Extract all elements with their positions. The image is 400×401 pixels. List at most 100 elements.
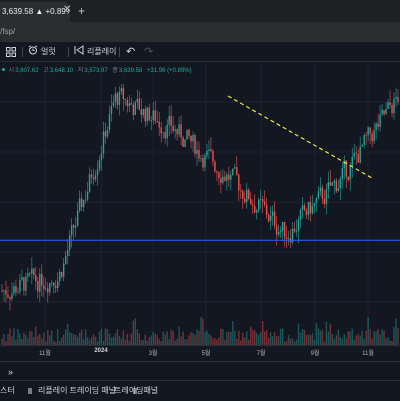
candle-body <box>178 124 180 135</box>
volume-bar <box>375 331 377 345</box>
volume-bar <box>256 333 258 345</box>
alert-button[interactable]: 얼럿 <box>28 42 56 62</box>
candle-body <box>216 171 218 173</box>
candle-body <box>27 273 29 277</box>
volume-bar <box>238 330 240 345</box>
tab-trading-panel[interactable]: 트레이딩패널 <box>114 381 158 401</box>
candle-body <box>82 199 85 208</box>
candle-body <box>94 175 97 180</box>
candle-body <box>194 134 196 154</box>
candle-body <box>84 199 87 201</box>
new-tab-button[interactable]: + <box>78 4 85 18</box>
candle-body <box>122 88 125 100</box>
volume-bar <box>377 329 379 345</box>
volume-bar <box>395 318 397 345</box>
volume-bar <box>218 337 220 345</box>
volume-bar <box>116 329 119 345</box>
candle-body <box>144 108 146 122</box>
volume-bar <box>100 328 103 345</box>
candle-body <box>373 130 375 142</box>
layout-grid-icon[interactable] <box>6 42 16 62</box>
price-chart[interactable] <box>0 62 400 345</box>
candle-body <box>393 98 395 114</box>
candle-body <box>200 158 202 159</box>
legend-high-value: 3,648.10 <box>49 68 74 74</box>
chart-canvas[interactable] <box>0 62 400 345</box>
candle-body <box>41 273 43 286</box>
candle-body <box>293 228 296 232</box>
candle-body <box>98 159 101 170</box>
candle-body <box>252 204 254 207</box>
candle-body <box>100 153 103 160</box>
volume-bar <box>254 330 256 345</box>
candle-body <box>234 167 236 169</box>
candle-body <box>140 109 142 116</box>
candle-body <box>55 285 57 289</box>
volume-bar <box>9 328 11 345</box>
candle-body <box>230 174 232 180</box>
volume-bar <box>62 334 65 345</box>
volume-bar <box>220 328 222 345</box>
candle-body <box>311 206 314 214</box>
x-tick-label: 3월 <box>148 351 158 357</box>
candle-body <box>66 250 69 257</box>
volume-bar <box>208 333 210 345</box>
volume-bar <box>361 330 363 345</box>
address-bar[interactable]: /fsp/ <box>0 22 400 42</box>
candle-body <box>331 182 334 186</box>
volume-bar <box>51 330 53 345</box>
volume-bar <box>379 334 381 345</box>
volume-bar <box>198 330 200 345</box>
volume-bar <box>94 336 97 345</box>
url-text[interactable]: /fsp/ <box>0 25 60 39</box>
volume-bar <box>17 329 19 345</box>
redo-icon[interactable]: ↷ <box>144 42 153 62</box>
candle-body <box>158 121 160 128</box>
browser-tab[interactable]: 3,639.58 ▲ +0.89% <box>0 2 70 22</box>
volume-bar <box>214 338 216 345</box>
volume-bar <box>192 332 194 345</box>
candle-body <box>381 109 383 115</box>
undo-icon[interactable]: ↶ <box>126 42 135 62</box>
candle-body <box>162 132 164 134</box>
candle-body <box>80 198 83 208</box>
volume-bar <box>132 320 135 345</box>
candle-body <box>258 199 260 211</box>
candle-body <box>220 177 222 183</box>
candle-body <box>198 149 200 159</box>
tab-screener[interactable]: 스터 <box>0 381 15 401</box>
chevron-double-icon[interactable]: » <box>8 362 13 382</box>
volume-bar <box>303 329 306 345</box>
tab-close-icon[interactable]: ✕ <box>63 3 71 17</box>
candle-body <box>59 272 61 282</box>
replay-button[interactable]: 리플레이 <box>74 42 116 62</box>
trend-line <box>227 95 373 179</box>
x-tick-label: 7월 <box>256 351 266 357</box>
volume-bar <box>206 330 208 345</box>
time-axis[interactable]: 11월 2024 3월 5월 7월 9월 11월 <box>0 345 400 361</box>
volume-bar <box>154 333 156 345</box>
volume-bar <box>305 334 308 345</box>
candle-body <box>232 168 234 175</box>
volume-bar <box>136 329 139 345</box>
candle-body <box>339 178 341 189</box>
volume-bar <box>357 333 359 345</box>
volume-bar <box>321 329 324 345</box>
tab-replay-trading-panel[interactable]: 리플레이 트레이딩 패널 <box>38 381 116 401</box>
candle-body <box>379 114 381 127</box>
volume-bar <box>31 331 33 345</box>
volume-bar <box>252 329 254 345</box>
volume-bar <box>68 332 71 345</box>
volume-bar <box>351 328 353 345</box>
volume-bar <box>222 329 224 345</box>
candle-body <box>279 230 282 233</box>
candle-body <box>9 297 11 300</box>
volume-bar <box>80 329 83 345</box>
candle-body <box>295 230 298 232</box>
candle-body <box>353 152 355 157</box>
x-tick-label: 11월 <box>39 351 51 357</box>
candle-body <box>285 237 288 239</box>
candle-body <box>202 158 204 168</box>
candle-body <box>142 108 144 116</box>
volume-bar <box>311 333 314 345</box>
